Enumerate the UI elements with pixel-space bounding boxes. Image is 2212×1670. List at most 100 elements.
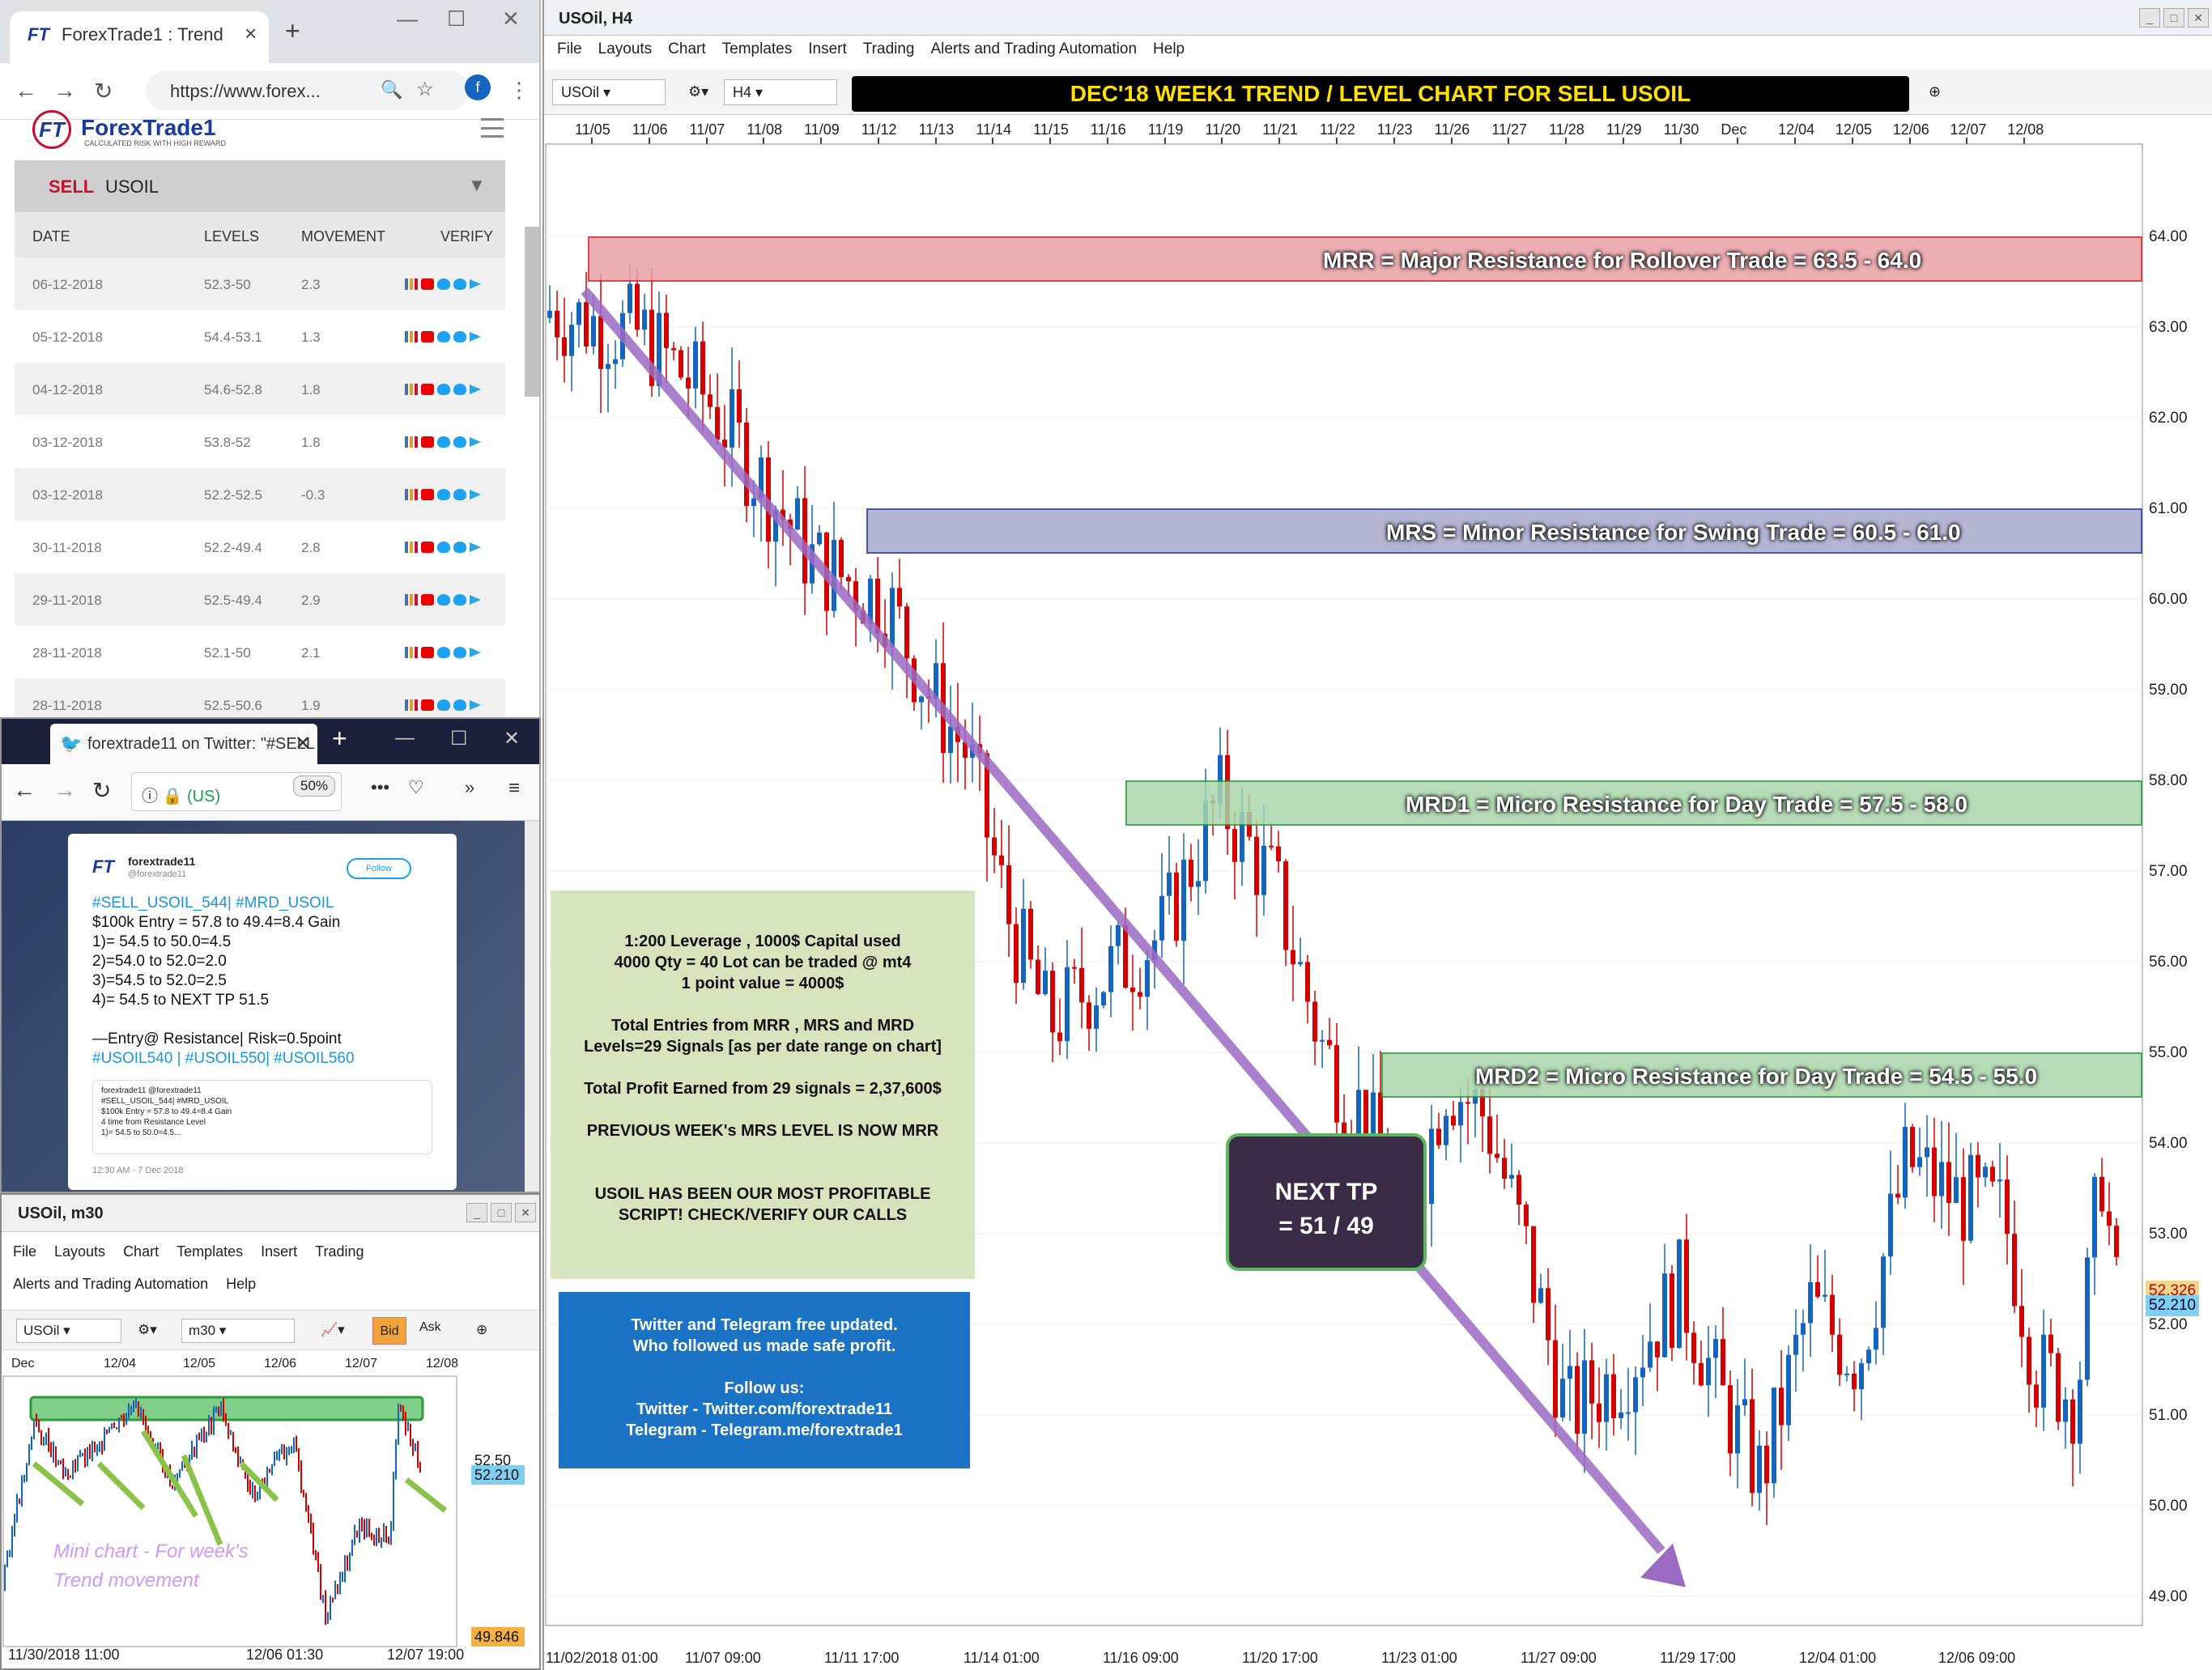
telegram-icon[interactable]: [470, 594, 481, 605]
telegram-icon[interactable]: [470, 489, 481, 499]
twitter-icon[interactable]: [437, 541, 450, 553]
crosshair-icon[interactable]: ⊕: [1921, 79, 1949, 105]
telegram-icon[interactable]: [470, 647, 481, 657]
window-close-icon[interactable]: ✕: [502, 6, 520, 32]
menu-layouts[interactable]: Layouts: [54, 1243, 105, 1260]
follow-button[interactable]: Follow: [347, 858, 411, 879]
maximize-icon[interactable]: ☐: [447, 6, 466, 32]
overflow-chevron-icon[interactable]: »: [465, 777, 474, 798]
telegram-icon[interactable]: [470, 278, 481, 289]
mini-price-chart[interactable]: Mini chart - For week's Trend movement 52.…: [2, 1375, 541, 1650]
menu-help[interactable]: Help: [226, 1276, 256, 1292]
twitter-icon[interactable]: [437, 593, 450, 606]
twitter-icon[interactable]: [453, 436, 466, 448]
twitter-icon[interactable]: [437, 383, 450, 395]
chart-type-icon[interactable]: 📈▾: [314, 1319, 351, 1343]
twitter-icon[interactable]: [437, 436, 450, 448]
chart-icon[interactable]: [405, 593, 418, 606]
youtube-icon[interactable]: [421, 330, 434, 342]
scrollbar-thumb[interactable]: [525, 227, 539, 397]
tweet-hashtags[interactable]: #SELL_USOIL_544| #MRD_USOIL: [92, 894, 334, 911]
maximize-icon[interactable]: □: [2163, 8, 2184, 28]
forward-icon[interactable]: →: [53, 777, 76, 803]
reload-icon[interactable]: ↻: [92, 777, 111, 804]
youtube-icon[interactable]: [421, 278, 434, 290]
bookmark-star-icon[interactable]: ☆: [416, 78, 434, 101]
minimize-icon[interactable]: _: [2139, 8, 2160, 28]
pocket-icon[interactable]: ♡: [408, 777, 424, 798]
ask-button[interactable]: Ask: [419, 1320, 441, 1335]
maximize-icon[interactable]: □: [491, 1203, 512, 1222]
indicator-icon[interactable]: ⚙▾: [680, 79, 717, 105]
browser-tab[interactable]: 🐦 forextrade11 on Twitter: "#SELL ✕: [50, 724, 317, 764]
youtube-icon[interactable]: [421, 593, 434, 606]
zoom-icon[interactable]: 🔍: [381, 79, 402, 100]
timeframe-select[interactable]: m30 ▾: [181, 1319, 295, 1343]
twitter-icon[interactable]: [453, 593, 466, 606]
more-dots-icon[interactable]: •••: [371, 777, 389, 798]
minimize-icon[interactable]: _: [466, 1203, 487, 1222]
chart-icon[interactable]: [405, 646, 418, 658]
chart-icon[interactable]: [405, 383, 418, 395]
browser-tab[interactable]: FT ForexTrade1 : Trend ×: [10, 11, 269, 63]
timeframe-select[interactable]: H4 ▾: [724, 79, 837, 105]
zoom-level[interactable]: 50%: [293, 776, 336, 797]
profile-avatar[interactable]: f: [465, 74, 491, 100]
menu-chart[interactable]: Chart: [123, 1243, 159, 1260]
menu-help[interactable]: Help: [1153, 40, 1185, 57]
minimize-icon[interactable]: —: [395, 727, 415, 750]
twitter-icon[interactable]: [453, 278, 466, 290]
twitter-icon[interactable]: [453, 383, 466, 395]
telegram-icon[interactable]: [470, 699, 481, 710]
youtube-icon[interactable]: [421, 436, 434, 448]
telegram-icon[interactable]: [470, 436, 481, 447]
menu-insert[interactable]: Insert: [261, 1243, 297, 1260]
brand-logo[interactable]: FT ForexTrade1 CALCULATED RISK WITH HIGH…: [32, 110, 243, 151]
twitter-icon[interactable]: [453, 699, 466, 711]
menu-file[interactable]: File: [13, 1243, 36, 1260]
menu-templates[interactable]: Templates: [177, 1243, 243, 1260]
twitter-icon[interactable]: [437, 646, 450, 658]
menu-alerts[interactable]: Alerts and Trading Automation: [13, 1276, 208, 1292]
telegram-icon[interactable]: [470, 384, 481, 394]
youtube-icon[interactable]: [421, 699, 434, 711]
close-icon[interactable]: ✕: [2188, 8, 2209, 28]
youtube-icon[interactable]: [421, 488, 434, 500]
symbol-select[interactable]: USOil ▾: [552, 79, 666, 105]
youtube-icon[interactable]: [421, 646, 434, 658]
reload-icon[interactable]: ↻: [94, 78, 113, 104]
close-tab-icon[interactable]: ✕: [295, 732, 311, 755]
telegram-icon[interactable]: [470, 331, 481, 342]
back-icon[interactable]: ←: [13, 777, 36, 803]
chart-icon[interactable]: [405, 278, 418, 290]
tweet-time[interactable]: 12:30 AM - 7 Dec 2018: [92, 1166, 184, 1175]
chart-icon[interactable]: [405, 330, 418, 342]
minimize-icon[interactable]: —: [397, 6, 418, 32]
twitter-icon[interactable]: [437, 488, 450, 500]
menu-alerts[interactable]: Alerts and Trading Automation: [931, 40, 1138, 57]
twitter-icon[interactable]: [437, 278, 450, 290]
menu-trading[interactable]: Trading: [863, 40, 915, 57]
window-close-icon[interactable]: ✕: [504, 727, 520, 750]
close-icon[interactable]: ✕: [515, 1203, 536, 1222]
menu-templates[interactable]: Templates: [722, 40, 793, 57]
chart-icon[interactable]: [405, 488, 418, 500]
indicator-icon[interactable]: ⚙▾: [131, 1319, 164, 1343]
menu-icon[interactable]: ≡: [508, 777, 520, 800]
menu-trading[interactable]: Trading: [315, 1243, 364, 1260]
scrollbar[interactable]: [525, 821, 539, 1192]
twitter-icon[interactable]: [453, 541, 466, 553]
twitter-icon[interactable]: [453, 488, 466, 500]
telegram-icon[interactable]: [470, 542, 481, 552]
menu-insert[interactable]: Insert: [808, 40, 847, 57]
crosshair-icon[interactable]: ⊕: [470, 1319, 494, 1343]
symbol-select[interactable]: USOil ▾: [16, 1319, 121, 1343]
chart-icon[interactable]: [405, 699, 418, 711]
tweet-hashtags-end[interactable]: #USOIL540 | #USOIL550| #USOIL560: [92, 1050, 355, 1067]
chart-icon[interactable]: [405, 436, 418, 448]
close-tab-icon[interactable]: ×: [245, 21, 257, 46]
new-tab-icon[interactable]: +: [285, 16, 300, 46]
menu-file[interactable]: File: [557, 40, 582, 57]
youtube-icon[interactable]: [421, 383, 434, 395]
bid-button[interactable]: Bid: [372, 1317, 406, 1345]
